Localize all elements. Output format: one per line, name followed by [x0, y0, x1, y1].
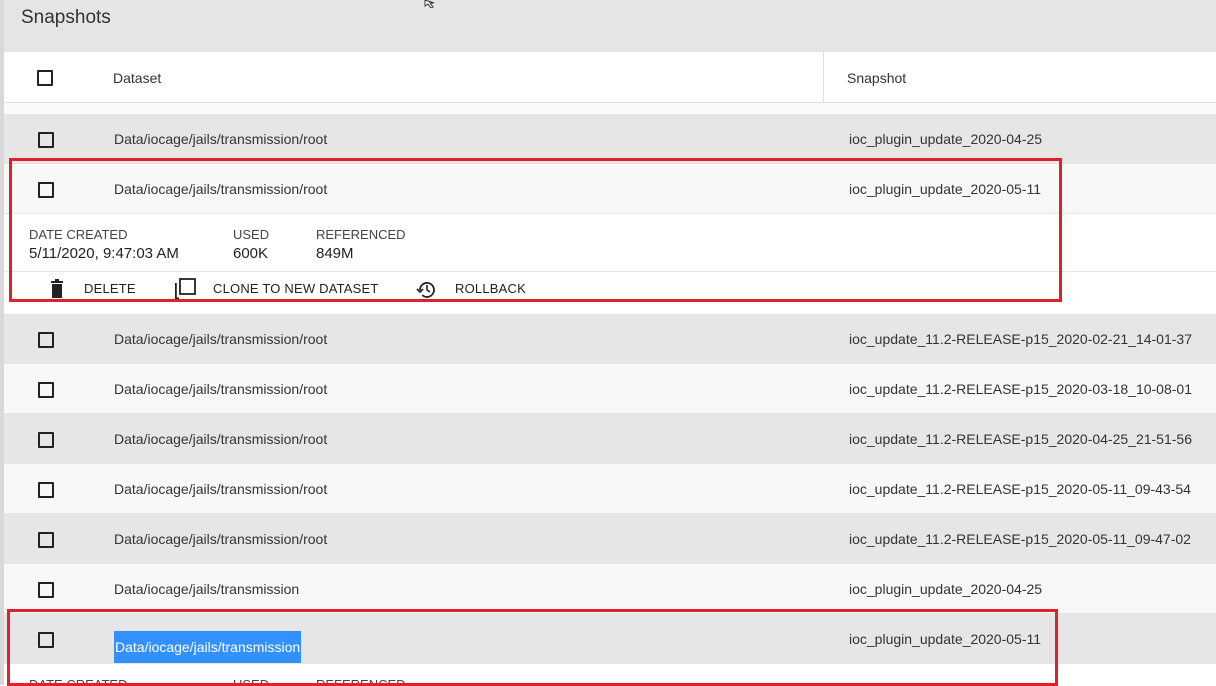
page-title: Snapshots [21, 7, 111, 28]
row-checkbox[interactable] [38, 482, 54, 498]
used-value: 600K [233, 245, 269, 262]
dataset-cell: Data/iocage/jails/transmission/root [114, 331, 328, 347]
delete-button[interactable]: DELETE [84, 281, 136, 296]
table-spacer [4, 103, 1216, 114]
used-label: USED [233, 677, 270, 685]
table-row[interactable]: Data/iocage/jails/transmission/root ioc_… [4, 114, 1216, 164]
table-row[interactable]: Data/iocage/jails/transmission ioc_plugi… [4, 564, 1216, 614]
title-bar: Snapshots [4, 0, 1216, 52]
table-row[interactable]: Data/iocage/jails/transmission/root ioc_… [4, 314, 1216, 364]
referenced-label: REFERENCED [316, 227, 406, 242]
snapshot-cell: ioc_update_11.2-RELEASE-p15_2020-04-25_2… [849, 431, 1192, 447]
table-row[interactable]: Data/iocage/jails/transmission/root ioc_… [4, 464, 1216, 514]
used-label: USED [233, 227, 270, 242]
row-checkbox[interactable] [38, 332, 54, 348]
row-checkbox[interactable] [38, 382, 54, 398]
column-divider[interactable] [823, 52, 824, 102]
snapshot-cell: ioc_plugin_update_2020-05-11 [849, 631, 1042, 647]
dataset-cell: Data/iocage/jails/transmission [114, 581, 300, 597]
dataset-cell: Data/iocage/jails/transmission/root [114, 481, 328, 497]
column-header-snapshot[interactable]: Snapshot [847, 70, 906, 86]
table-row-expanded[interactable]: Data/iocage/jails/transmission/root ioc_… [4, 164, 1216, 214]
table-row[interactable]: Data/iocage/jails/transmission/root ioc_… [4, 414, 1216, 464]
column-header-dataset[interactable]: Dataset [113, 70, 161, 86]
row-checkbox[interactable] [38, 532, 54, 548]
snapshot-cell: ioc_update_11.2-RELEASE-p15_2020-02-21_1… [849, 331, 1192, 347]
row-checkbox[interactable] [38, 132, 54, 148]
date-created-label: DATE CREATED [29, 227, 128, 242]
referenced-value: 849M [316, 245, 354, 262]
snapshot-cell: ioc_update_11.2-RELEASE-p15_2020-05-11_0… [849, 481, 1191, 497]
snapshot-cell: ioc_plugin_update_2020-04-25 [849, 131, 1043, 147]
select-all-checkbox[interactable] [37, 70, 53, 86]
history-icon[interactable] [416, 279, 438, 301]
dataset-cell: Data/iocage/jails/transmission/root [114, 381, 328, 397]
snapshot-cell: ioc_update_11.2-RELEASE-p15_2020-03-18_1… [849, 381, 1192, 397]
dataset-cell: Data/iocage/jails/transmission/root [114, 531, 328, 547]
table-header: Dataset Snapshot [4, 52, 1216, 103]
row-checkbox[interactable] [38, 632, 54, 648]
table-row[interactable]: Data/iocage/jails/transmission/root ioc_… [4, 514, 1216, 564]
table-row-expanded[interactable]: Data/iocage/jails/transmission ioc_plugi… [4, 614, 1216, 664]
table-row[interactable]: Data/iocage/jails/transmission/root ioc_… [4, 364, 1216, 414]
snapshot-details: DATE CREATED 5/11/2020, 9:47:03 AM USED … [4, 214, 1216, 271]
dataset-cell: Data/iocage/jails/transmission/root [114, 431, 328, 447]
clone-to-new-dataset-button[interactable]: CLONE TO NEW DATASET [213, 281, 379, 296]
dataset-cell: Data/iocage/jails/transmission/root [114, 181, 328, 197]
trash-icon[interactable] [46, 279, 68, 301]
row-checkbox[interactable] [38, 432, 54, 448]
snapshot-cell: ioc_plugin_update_2020-05-11 [849, 181, 1042, 197]
date-created-label: DATE CREATED [29, 677, 128, 685]
row-checkbox[interactable] [38, 182, 54, 198]
row-checkbox[interactable] [38, 582, 54, 598]
referenced-label: REFERENCED [316, 677, 406, 685]
rollback-button[interactable]: ROLLBACK [455, 281, 526, 296]
dataset-cell-selected: Data/iocage/jails/transmission [114, 631, 302, 663]
snapshot-details-partial: DATE CREATED USED REFERENCED [4, 664, 1216, 685]
clone-icon[interactable] [174, 278, 196, 300]
mouse-cursor-icon [424, 0, 435, 8]
snapshot-cell: ioc_plugin_update_2020-04-25 [849, 581, 1043, 597]
dataset-cell: Data/iocage/jails/transmission/root [114, 131, 328, 147]
snapshot-cell: ioc_update_11.2-RELEASE-p15_2020-05-11_0… [849, 531, 1191, 547]
table-spacer [4, 303, 1216, 314]
date-created-value: 5/11/2020, 9:47:03 AM [29, 245, 179, 262]
